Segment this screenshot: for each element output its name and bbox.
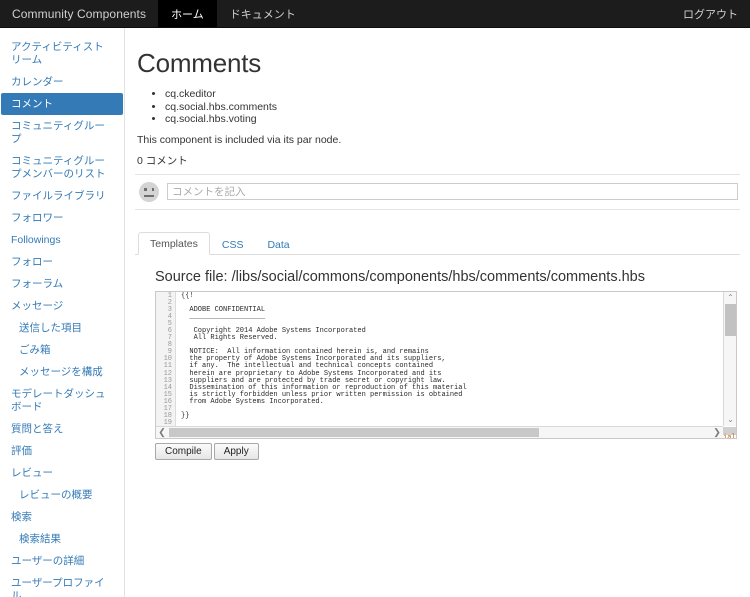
sidebar-item-9[interactable]: フォーラム bbox=[1, 273, 123, 295]
sidebar-item-4[interactable]: コミュニティグループメンバーのリスト bbox=[1, 150, 123, 185]
avatar-eye-right-icon bbox=[151, 187, 154, 191]
line-number: 1 bbox=[167, 291, 172, 300]
horizontal-scroll-thumb[interactable] bbox=[169, 427, 539, 437]
sidebar-item-14[interactable]: モデレートダッシュボード bbox=[1, 383, 123, 418]
code-area[interactable]: {{! ADOBE CONFIDENTIAL _________________… bbox=[176, 292, 736, 438]
sidebar-item-17[interactable]: レビュー bbox=[1, 462, 123, 484]
clientlib-list: cq.ckeditorcq.social.hbs.commentscq.soci… bbox=[135, 88, 740, 126]
code-text: {{! ADOBE CONFIDENTIAL _________________… bbox=[181, 291, 467, 421]
logout-link[interactable]: ログアウト bbox=[671, 0, 750, 27]
line-number-gutter: 123456789101112131415161718192021 bbox=[156, 291, 176, 438]
page-body: アクティビティストリーム カレンダー コメント コミュニティグループ コミュニティグルー… bbox=[0, 28, 750, 597]
line-number: 8 bbox=[167, 341, 172, 350]
nav-tab-home[interactable]: ホーム bbox=[158, 0, 217, 27]
editor-vertical-scrollbar[interactable]: ⌃ ⌄ bbox=[723, 291, 736, 426]
source-file-label: Source file: /libs/social/commons/compon… bbox=[155, 268, 645, 285]
code-editor[interactable]: 123456789101112131415161718192021 {{! AD… bbox=[155, 290, 737, 439]
page-title: Comments bbox=[137, 48, 262, 78]
sidebar-item-21[interactable]: ユーザーの詳細 bbox=[1, 550, 123, 572]
editor-horizontal-scrollbar[interactable]: ❮ ❯ bbox=[156, 425, 723, 438]
sidebar-item-11[interactable]: 送信した項目 bbox=[1, 317, 123, 339]
scroll-left-arrow-icon[interactable]: ❮ bbox=[156, 427, 168, 438]
comment-count: 0 コメント bbox=[137, 154, 188, 167]
tab-data[interactable]: Data bbox=[255, 233, 301, 255]
editor-button-bar: Compile Apply bbox=[155, 442, 740, 460]
sidebar-item-19[interactable]: 検索 bbox=[1, 506, 123, 528]
brand-title[interactable]: Community Components bbox=[0, 0, 158, 27]
sidebar-item-7[interactable]: Followings bbox=[1, 229, 123, 251]
sidebar-item-5[interactable]: ファイルライブラリ bbox=[1, 185, 123, 207]
sidebar-item-18[interactable]: レビューの概要 bbox=[1, 484, 123, 506]
scroll-down-arrow-icon[interactable]: ⌄ bbox=[724, 414, 736, 426]
comment-composer bbox=[135, 173, 740, 210]
scroll-right-arrow-icon[interactable]: ❯ bbox=[711, 427, 723, 438]
line-number: 3 bbox=[167, 305, 172, 314]
editor-panel: Source file: /libs/social/commons/compon… bbox=[135, 255, 740, 460]
sidebar-item-6[interactable]: フォロワー bbox=[1, 207, 123, 229]
line-number: 5 bbox=[167, 319, 172, 328]
par-node-note: This component is included via its par n… bbox=[137, 133, 342, 146]
sidebar-item-3[interactable]: コミュニティグループ bbox=[1, 115, 123, 150]
line-number: 4 bbox=[167, 312, 172, 321]
main-content: Comments cq.ckeditorcq.social.hbs.commen… bbox=[125, 28, 750, 597]
nav-tab-documents[interactable]: ドキュメント bbox=[217, 0, 309, 27]
sidebar-item-8[interactable]: フォロー bbox=[1, 251, 123, 273]
line-number: 2 bbox=[167, 298, 172, 307]
line-number: 6 bbox=[167, 326, 172, 335]
clientlib-item: cq.ckeditor bbox=[165, 88, 740, 101]
avatar-mouth-icon bbox=[144, 194, 154, 197]
sidebar-nav: アクティビティストリーム カレンダー コメント コミュニティグループ コミュニティグルー… bbox=[0, 28, 125, 597]
avatar-eye-left-icon bbox=[144, 187, 147, 191]
tab-css[interactable]: CSS bbox=[210, 233, 256, 255]
sidebar-item-20[interactable]: 検索結果 bbox=[1, 528, 123, 550]
content-tabs: Templates CSS Data bbox=[135, 231, 740, 255]
line-number: 7 bbox=[167, 334, 172, 343]
navbar-spacer bbox=[309, 0, 671, 27]
clientlib-item: cq.social.hbs.comments bbox=[165, 101, 740, 114]
clientlib-item: cq.social.hbs.voting bbox=[165, 113, 740, 126]
sidebar-item-1[interactable]: カレンダー bbox=[1, 71, 123, 93]
scroll-up-arrow-icon[interactable]: ⌃ bbox=[724, 292, 736, 304]
sidebar-item-22[interactable]: ユーザープロファイル bbox=[1, 572, 123, 597]
comment-input[interactable] bbox=[167, 183, 738, 200]
apply-button[interactable]: Apply bbox=[213, 442, 259, 460]
sidebar-item-10[interactable]: メッセージ bbox=[1, 295, 123, 317]
sidebar-item-2[interactable]: コメント bbox=[1, 93, 123, 115]
tab-templates[interactable]: Templates bbox=[138, 231, 210, 255]
sidebar-item-0[interactable]: アクティビティストリーム bbox=[1, 36, 123, 71]
sidebar-item-16[interactable]: 評価 bbox=[1, 440, 123, 462]
avatar bbox=[139, 181, 159, 202]
vertical-scroll-thumb[interactable] bbox=[725, 303, 736, 336]
sidebar-item-13[interactable]: メッセージを構成 bbox=[1, 361, 123, 383]
sidebar-item-15[interactable]: 質問と答え bbox=[1, 418, 123, 440]
compile-button[interactable]: Compile bbox=[155, 442, 212, 460]
top-navbar: Community Components ホーム ドキュメント ログアウト bbox=[0, 0, 750, 28]
sidebar-item-12[interactable]: ごみ箱 bbox=[1, 339, 123, 361]
